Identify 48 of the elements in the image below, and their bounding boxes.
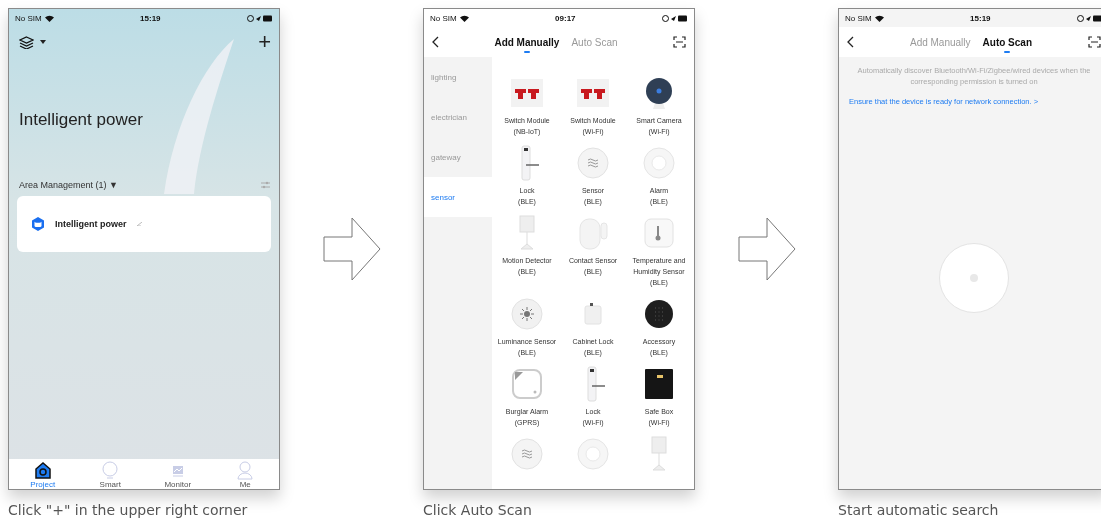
area-name: Intelligent power (55, 219, 127, 229)
tab-bar-item[interactable]: Me (225, 459, 266, 489)
carrier-label: No SIM (845, 13, 872, 23)
sun-sensor-icon (509, 296, 545, 332)
step-caption: Click "+" in the upper right corner (8, 502, 249, 518)
bulb-icon (101, 461, 120, 480)
right-arrow-icon (322, 217, 381, 281)
cube-icon (31, 216, 45, 232)
clock-time: 15:19 (970, 13, 991, 23)
layers-icon[interactable] (19, 35, 34, 49)
tab[interactable]: Auto Scan (982, 32, 1032, 52)
radar-circle-icon (938, 242, 1010, 314)
project-title: Intelligent power (19, 110, 143, 130)
home-icon (33, 461, 52, 480)
clock-time: 15:19 (140, 13, 161, 23)
thermometer-icon (641, 215, 677, 251)
battery-icon (1077, 14, 1101, 22)
person-icon (236, 461, 255, 480)
area-card[interactable]: Intelligent power (17, 196, 271, 252)
scan-icon[interactable] (673, 36, 686, 48)
square-sensor-icon (509, 366, 545, 402)
clock-time: 09:17 (555, 13, 576, 23)
add-button[interactable]: + (258, 29, 271, 55)
category-item[interactable]: sensor (424, 177, 492, 217)
carrier-label: No SIM (15, 13, 42, 23)
wifi-icon (459, 14, 469, 22)
step-caption: Click Auto Scan (423, 502, 533, 518)
tab-bar-item[interactable]: Smart (90, 459, 131, 489)
step-caption: Start automatic search (838, 502, 1000, 518)
back-icon[interactable] (432, 36, 439, 48)
smoke-alarm-icon (575, 436, 611, 472)
smoke-alarm-icon (641, 145, 677, 181)
wifi-icon (874, 14, 884, 22)
tab[interactable]: Add Manually (494, 32, 560, 52)
right-arrow-icon (737, 217, 796, 281)
back-icon[interactable] (847, 36, 854, 48)
sliders-icon[interactable] (261, 181, 270, 189)
round-sensor-icon (575, 145, 611, 181)
caret-icon[interactable] (40, 40, 46, 44)
wifi-icon (44, 14, 54, 22)
battery-icon (247, 14, 273, 22)
area-management-dropdown[interactable]: Area Management (1) ▼ (19, 180, 118, 190)
carrier-label: No SIM (430, 13, 457, 23)
tab-bar-item[interactable]: Monitor (157, 459, 198, 489)
tab-bar-item[interactable]: Project (22, 459, 63, 489)
scan-icon[interactable] (1088, 36, 1101, 48)
battery-icon (662, 14, 688, 22)
round-sensor-icon (509, 436, 545, 472)
